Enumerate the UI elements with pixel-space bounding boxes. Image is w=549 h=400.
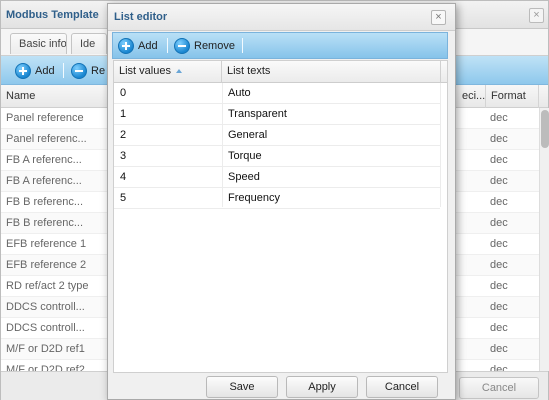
window-close-icon[interactable]: × <box>529 8 544 23</box>
list-text[interactable]: Transparent <box>228 104 428 124</box>
row-format: dec <box>490 133 508 145</box>
list-text[interactable]: Frequency <box>228 188 428 208</box>
list-grid: List values List texts 0 Auto 1 Transparent… <box>113 60 448 373</box>
row-name: Panel reference <box>6 112 84 124</box>
column-header-list-values[interactable]: List values <box>114 61 222 83</box>
column-header-list-texts[interactable]: List texts <box>222 61 441 83</box>
list-editor-dialog: List editor × Add Remove List values Lis… <box>107 3 456 400</box>
row-format: dec <box>490 196 508 208</box>
scrollbar-thumb[interactable] <box>541 110 549 148</box>
window-grid-scrollbar[interactable] <box>539 108 549 371</box>
list-value[interactable]: 3 <box>120 146 220 166</box>
list-text[interactable]: Torque <box>228 146 428 166</box>
dialog-toolbar: Add Remove <box>112 32 448 59</box>
row-format: dec <box>490 175 508 187</box>
tab-basic-info[interactable]: Basic info <box>10 33 67 54</box>
row-format: dec <box>490 238 508 250</box>
list-row[interactable]: 1 Transparent <box>114 104 440 125</box>
toolbar-separator <box>63 63 64 78</box>
remove-icon <box>71 63 87 79</box>
list-grid-header: List values List texts <box>114 61 447 83</box>
tab-ide[interactable]: Ide <box>71 33 107 54</box>
list-row[interactable]: 0 Auto <box>114 83 440 104</box>
dialog-remove-button[interactable]: Remove <box>174 37 235 55</box>
list-row[interactable]: 4 Speed <box>114 167 440 188</box>
dialog-footer: Save Apply Cancel <box>108 373 455 400</box>
column-header-precision[interactable]: eci... <box>457 85 486 108</box>
apply-button[interactable]: Apply <box>286 376 358 398</box>
row-name: FB A referenc... <box>6 175 82 187</box>
window-title: Modbus Template <box>6 9 99 21</box>
add-icon <box>15 63 31 79</box>
row-format: dec <box>490 301 508 313</box>
dialog-remove-label: Remove <box>194 40 235 52</box>
row-name: FB B referenc... <box>6 196 84 208</box>
row-name: M/F or D2D ref1 <box>6 343 85 355</box>
list-row[interactable]: 3 Torque <box>114 146 440 167</box>
dialog-add-label: Add <box>138 40 158 52</box>
row-name: Panel referenc... <box>6 133 87 145</box>
column-header-format[interactable]: Format <box>486 85 539 108</box>
cancel-button[interactable]: Cancel <box>366 376 438 398</box>
row-name: RD ref/act 2 type <box>6 280 89 292</box>
dialog-titlebar[interactable]: List editor × <box>108 4 455 31</box>
list-row[interactable]: 2 General <box>114 125 440 146</box>
row-name: DDCS controll... <box>6 301 85 313</box>
column-divider <box>440 83 441 207</box>
window-remove-button[interactable]: Re <box>71 62 105 80</box>
window-add-button[interactable]: Add <box>15 62 55 80</box>
row-name: FB B referenc... <box>6 217 84 229</box>
window-add-label: Add <box>35 65 55 77</box>
column-header-list-values-label: List values <box>119 65 171 77</box>
window-cancel-button[interactable]: Cancel <box>459 377 539 399</box>
window-remove-label: Re <box>91 65 106 77</box>
dialog-add-button[interactable]: Add <box>118 37 158 55</box>
list-value[interactable]: 0 <box>120 83 220 103</box>
list-value[interactable]: 5 <box>120 188 220 208</box>
sort-ascending-icon <box>175 69 182 73</box>
row-name: EFB reference 1 <box>6 238 87 250</box>
list-value[interactable]: 1 <box>120 104 220 124</box>
list-text[interactable]: Auto <box>228 83 428 103</box>
dialog-close-icon[interactable]: × <box>431 10 446 25</box>
list-value[interactable]: 4 <box>120 167 220 187</box>
column-header-name[interactable]: Name <box>1 85 108 108</box>
toolbar-separator <box>167 38 168 53</box>
row-name: FB A referenc... <box>6 154 82 166</box>
list-text[interactable]: General <box>228 125 428 145</box>
add-icon <box>118 38 134 54</box>
toolbar-separator <box>242 38 243 53</box>
row-name: M/F or D2D ref2 <box>6 364 85 371</box>
row-format: dec <box>490 259 508 271</box>
row-format: dec <box>490 343 508 355</box>
row-format: dec <box>490 217 508 229</box>
list-row[interactable]: 5 Frequency <box>114 188 440 209</box>
save-button[interactable]: Save <box>206 376 278 398</box>
row-format: dec <box>490 112 508 124</box>
row-name: DDCS controll... <box>6 322 85 334</box>
row-format: dec <box>490 322 508 334</box>
list-text[interactable]: Speed <box>228 167 428 187</box>
row-format: dec <box>490 280 508 292</box>
row-format: dec <box>490 154 508 166</box>
row-name: EFB reference 2 <box>6 259 87 271</box>
list-value[interactable]: 2 <box>120 125 220 145</box>
dialog-title: List editor <box>114 11 168 23</box>
row-format: dec <box>490 364 508 371</box>
remove-icon <box>174 38 190 54</box>
